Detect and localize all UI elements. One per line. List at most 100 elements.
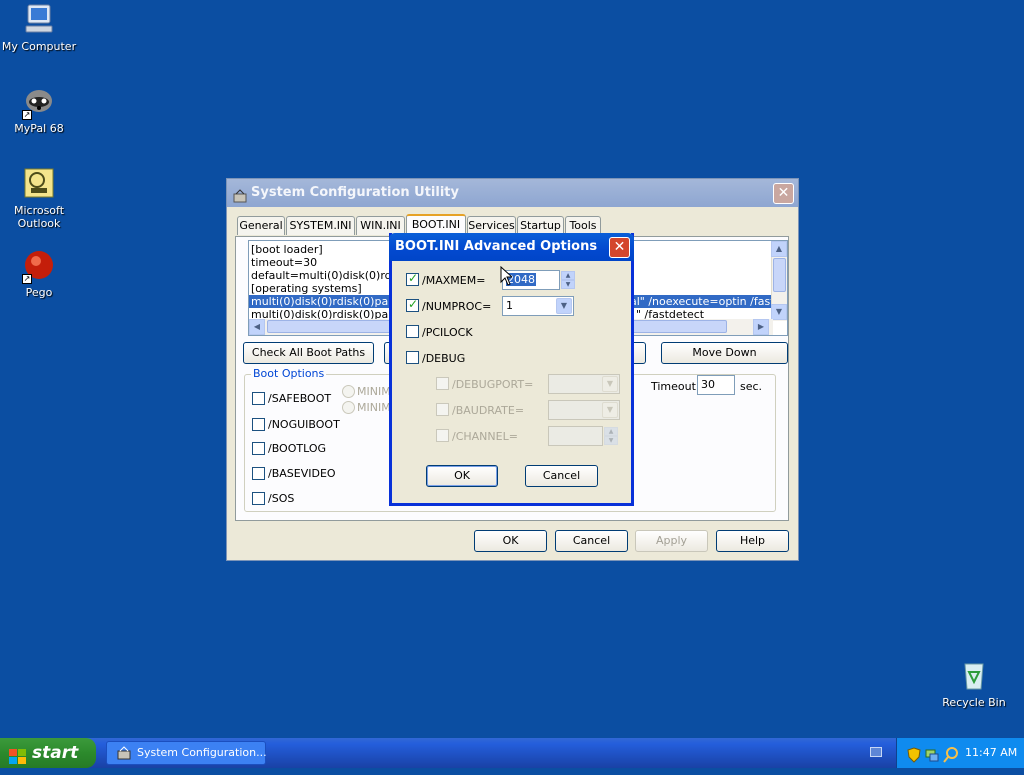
window-title: System Configuration Utility [251, 185, 459, 200]
chevron-down-icon[interactable]: ▼ [556, 298, 572, 314]
noguiboot-label: /NOGUIBOOT [268, 418, 340, 431]
basevideo-label: /BASEVIDEO [268, 467, 336, 480]
boot-options-title: Boot Options [251, 367, 327, 380]
spin-up-icon[interactable]: ▲ [604, 427, 618, 436]
desktop-icon-outlook[interactable]: Microsoft Outlook [0, 166, 79, 230]
desktop-icon-recycle-bin[interactable]: Recycle Bin [934, 658, 1014, 709]
timeout-unit: sec. [740, 380, 763, 393]
timeout-label: Timeout: [651, 380, 700, 393]
shortcut-arrow-icon: ↗ [22, 274, 32, 284]
timeout-input[interactable]: 30 [697, 375, 735, 395]
tab-system-ini[interactable]: SYSTEM.INI [286, 216, 355, 235]
numproc-checkbox[interactable] [406, 297, 419, 312]
maxmem-label: /MAXMEM= [422, 274, 486, 287]
numproc-value: 1 [506, 299, 513, 312]
taskbar-item-label: System Configuration... [137, 746, 267, 759]
safeboot-label: /SAFEBOOT [268, 392, 332, 405]
vertical-scroll-thumb[interactable] [773, 258, 786, 292]
bootlog-label: /BOOTLOG [268, 442, 327, 455]
cancel-button[interactable]: Cancel [555, 530, 628, 552]
msconfig-app-icon [117, 746, 131, 768]
desktop-icon-label: Pego [25, 286, 53, 299]
clock: 11:47 AM [965, 746, 1018, 759]
channel-input[interactable] [548, 426, 603, 446]
security-shield-icon[interactable] [907, 745, 921, 775]
desktop-icon-label: My Computer [1, 40, 77, 53]
taskbar-item-system-configuration[interactable]: System Configuration... [106, 741, 267, 768]
desktop-icon-my-computer[interactable]: My Computer [0, 2, 79, 53]
search-icon[interactable] [943, 745, 959, 775]
chevron-down-icon[interactable]: ▼ [602, 402, 618, 418]
dialog-close-button[interactable]: ✕ [609, 237, 630, 258]
list-item-text-right: al" /noexecute=optin /fastde [630, 295, 788, 308]
sos-label: /SOS [268, 492, 295, 505]
desktop-icon-label: Recycle Bin [942, 696, 1006, 709]
taskbar: start System Configuration... 11:47 AM [0, 738, 1024, 768]
safeboot-checkbox[interactable] [252, 392, 265, 405]
computer-icon [22, 2, 56, 36]
scroll-up-icon[interactable]: ▲ [771, 241, 787, 257]
outlook-icon [22, 166, 56, 200]
minimal-radio[interactable] [342, 385, 355, 398]
start-label: start [32, 743, 79, 763]
desktop-icon-label: Microsoft Outlook [13, 204, 65, 230]
windows-logo-icon [9, 745, 27, 764]
mouse-cursor-icon [500, 265, 514, 289]
minimal-network-radio[interactable] [342, 401, 355, 414]
system-tray: 11:47 AM [896, 738, 1024, 768]
shortcut-arrow-icon: ↗ [22, 110, 32, 120]
numproc-label: /NUMPROC= [422, 300, 492, 313]
debugport-checkbox[interactable] [436, 377, 449, 390]
debug-label: /DEBUG [422, 352, 466, 365]
debugport-select[interactable]: ▼ [548, 374, 620, 394]
move-down-button[interactable]: Move Down [661, 342, 788, 364]
noguiboot-checkbox[interactable] [252, 418, 265, 431]
channel-checkbox[interactable] [436, 429, 449, 442]
msconfig-titlebar[interactable]: System Configuration Utility ✕ [227, 179, 798, 207]
pcilock-label: /PCILOCK [422, 326, 473, 339]
spin-down-icon[interactable]: ▼ [561, 280, 575, 289]
chevron-down-icon[interactable]: ▼ [602, 376, 618, 392]
pcilock-checkbox[interactable] [406, 325, 419, 338]
baudrate-select[interactable]: ▼ [548, 400, 620, 420]
start-button[interactable]: start [0, 738, 96, 768]
basevideo-checkbox[interactable] [252, 467, 265, 480]
tab-boot-ini[interactable]: BOOT.INI [406, 214, 466, 235]
desktop-icon-label: MyPal 68 [14, 122, 64, 135]
keyboard-icon[interactable] [870, 747, 882, 757]
help-button[interactable]: Help [716, 530, 789, 552]
scroll-left-icon[interactable]: ◀ [249, 319, 265, 335]
dialog-title: BOOT.INI Advanced Options [395, 239, 598, 254]
raccoon-browser-icon: ↗ [22, 84, 56, 120]
scroll-down-icon[interactable]: ▼ [771, 304, 787, 320]
spin-up-icon[interactable]: ▲ [561, 271, 575, 280]
scroll-right-icon[interactable]: ▶ [753, 319, 769, 335]
apply-button[interactable]: Apply [635, 530, 708, 552]
channel-spinner[interactable]: ▲ ▼ [604, 427, 618, 445]
recycle-bin-icon [957, 658, 991, 692]
hidden-button-edge [634, 342, 646, 364]
bootlog-checkbox[interactable] [252, 442, 265, 455]
baudrate-label: /BAUDRATE= [452, 404, 525, 417]
debug-checkbox[interactable] [406, 351, 419, 364]
close-button[interactable]: ✕ [773, 183, 794, 204]
debugport-label: /DEBUGPORT= [452, 378, 534, 391]
advanced-options-titlebar[interactable]: BOOT.INI Advanced Options ✕ [389, 233, 634, 261]
tab-general[interactable]: General [237, 216, 285, 235]
desktop-icon-pego[interactable]: ↗ Pego [0, 248, 79, 299]
network-icon[interactable] [925, 745, 939, 775]
ok-button[interactable]: OK [474, 530, 547, 552]
msconfig-app-icon [233, 186, 247, 203]
sos-checkbox[interactable] [252, 492, 265, 505]
desktop-icon-mypal[interactable]: ↗ MyPal 68 [0, 84, 79, 135]
maxmem-checkbox[interactable] [406, 271, 419, 286]
dialog-ok-button[interactable]: OK [426, 465, 498, 487]
pego-icon: ↗ [22, 248, 56, 284]
vertical-scrollbar[interactable]: ▲ ▼ [771, 241, 787, 321]
check-all-boot-paths-button[interactable]: Check All Boot Paths [243, 342, 374, 364]
numproc-select[interactable]: 1 ▼ [502, 296, 574, 316]
dialog-cancel-button[interactable]: Cancel [525, 465, 598, 487]
spin-down-icon[interactable]: ▼ [604, 436, 618, 445]
baudrate-checkbox[interactable] [436, 403, 449, 416]
maxmem-spinner[interactable]: ▲ ▼ [561, 271, 575, 289]
